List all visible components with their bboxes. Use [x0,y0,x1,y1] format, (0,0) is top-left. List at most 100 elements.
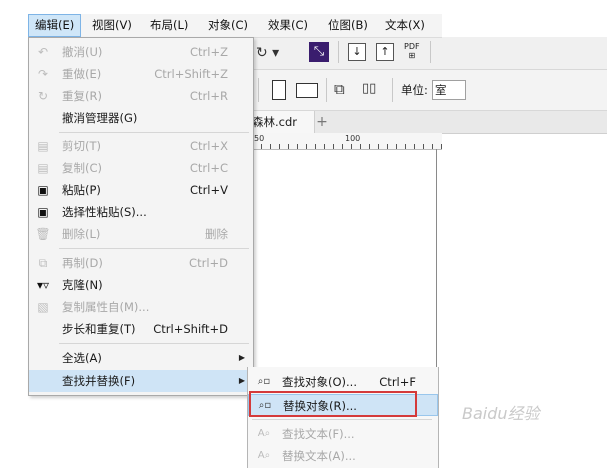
menu-edit[interactable]: 编辑(E) [28,14,82,37]
menu-item-shortcut: Ctrl+D [189,256,228,270]
menu-text[interactable]: 文本(X) [379,14,431,37]
menu-item-cut[interactable]: ▤ 剪切(T) Ctrl+X [29,135,253,157]
submenu-item-find-objects[interactable]: ⌕▫ 查找对象(O)... Ctrl+F [248,371,438,393]
export-icon[interactable]: ↑ [376,43,394,61]
menu-item-label: 删除(L) [62,227,101,241]
ruler-ticks [252,144,442,149]
toolbar-divider [392,78,393,102]
menu-item-shortcut: Ctrl+R [189,89,228,103]
pdf-icon[interactable]: PDF ⊞ [404,42,420,60]
menu-item-paste-special[interactable]: ▣ 选择性粘贴(S)... [29,201,253,223]
menu-layout[interactable]: 布局(L) [144,14,194,37]
menu-item-label: 选择性粘贴(S)... [62,205,147,219]
duplicate-icon: ⧉ [38,256,48,270]
submenu-arrow-icon: ▶ [238,353,245,362]
menu-item-shortcut: Ctrl+X [190,139,228,153]
watermark-logo: Baidu经验 [462,404,540,423]
menu-item-select-all[interactable]: 全选(A) ▶ [29,347,253,369]
menu-item-step-repeat[interactable]: 步长和重复(T) Ctrl+Shift+D [29,318,253,340]
menu-item-paste[interactable]: ▣ 粘贴(P) Ctrl+V [29,179,253,201]
menu-item-label: 剪切(T) [62,139,101,153]
document-tab-bar: 森林.cdr + [252,111,607,134]
menu-item-undo[interactable]: ↶ 撤消(U) Ctrl+Z [29,41,253,63]
menu-effects[interactable]: 效果(C) [262,14,314,37]
paste-icon: ▣ [37,183,49,197]
ruler-tick-label: 100 [345,134,361,143]
unit-label: 单位: [401,83,428,97]
clone-icon: ▾▿ [36,278,50,292]
annotation-highlight-box [249,391,417,417]
menu-item-label: 全选(A) [62,351,102,365]
all-pages-icon[interactable]: ⧉ [334,79,345,99]
menu-item-shortcut: 删除 [205,227,228,241]
menu-item-shortcut: Ctrl+V [190,183,228,197]
menu-item-find-replace[interactable]: 查找并替换(F) ▶ [29,370,253,392]
menu-item-copy-properties[interactable]: ▧ 复制属性自(M)... [29,296,253,318]
menu-view[interactable]: 视图(V) [86,14,138,37]
menu-item-undo-manager[interactable]: 撤消管理器(G) [29,107,253,129]
property-bar: ⧉ ▯▯ 单位: 室 [252,70,607,111]
horizontal-ruler: 50 100 [252,133,442,150]
import-icon[interactable]: ↓ [348,43,366,61]
find-replace-submenu: ⌕▫ 查找对象(O)... Ctrl+F ⌕▫ 替换对象(R)... A⌕ 查找… [247,367,439,468]
find-text-icon: A⌕ [257,428,271,439]
submenu-arrow-icon: ▶ [238,376,245,385]
replace-text-icon: A⌕ [257,450,271,461]
submenu-separator [252,419,432,420]
pdf-label: PDF [404,42,420,51]
landscape-icon[interactable] [296,83,318,98]
undo-icon: ↶ [37,45,49,59]
menu-item-label: 再制(D) [62,256,103,270]
menu-item-shortcut: Ctrl+C [189,161,228,175]
toolbar-divider [326,78,327,102]
menu-item-label: 复制(C) [62,161,103,175]
menu-item-clone[interactable]: ▾▿ 克隆(N) [29,274,253,296]
submenu-item-find-text[interactable]: A⌕ 查找文本(F)... [248,423,438,445]
menu-item-label: 查找并替换(F) [62,374,136,388]
redo-dropdown-icon[interactable]: ↻ ▾ [256,43,279,63]
menu-item-duplicate[interactable]: ⧉ 再制(D) Ctrl+D [29,252,253,274]
menu-bar: 编辑(E) 视图(V) 布局(L) 对象(C) 效果(C) 位图(B) 文本(X… [28,14,442,38]
menu-item-label: 克隆(N) [62,278,103,292]
unit-select[interactable]: 室 [432,80,466,100]
submenu-item-label: 查找文本(F)... [282,427,355,441]
find-objects-icon: ⌕▫ [257,376,271,387]
redo-icon: ↷ [37,67,49,81]
submenu-item-label: 替换文本(A)... [282,449,356,463]
copy-icon: ▤ [37,161,49,175]
menu-object[interactable]: 对象(C) [202,14,254,37]
menu-item-label: 粘贴(P) [62,183,101,197]
menu-separator [59,248,249,249]
menu-item-copy[interactable]: ▤ 复制(C) Ctrl+C [29,157,253,179]
trash-icon: 🗑 [35,227,51,241]
toolbar-divider [258,78,259,102]
copy-properties-icon: ▧ [37,300,49,314]
current-page-icon[interactable]: ▯▯ [362,79,376,99]
menu-item-label: 撤消管理器(G) [62,111,138,125]
menu-item-label: 撤消(U) [62,45,103,59]
submenu-item-shortcut: Ctrl+F [379,375,416,389]
menu-item-label: 重复(R) [62,89,102,103]
menu-item-label: 复制属性自(M)... [62,300,150,314]
ruler-tick-label: 50 [254,134,265,143]
standard-toolbar: ↻ ▾ ⤡ ↓ ↑ PDF ⊞ [252,37,607,70]
menu-item-shortcut: Ctrl+Z [190,45,228,59]
menu-item-delete[interactable]: 🗑 删除(L) 删除 [29,223,253,245]
cut-icon: ▤ [37,139,49,153]
menu-item-label: 步长和重复(T) [62,322,136,336]
portrait-icon[interactable] [272,80,286,100]
launch-icon[interactable]: ⤡ [309,42,329,62]
toolbar-divider [430,41,431,63]
add-tab-icon[interactable]: + [314,114,330,130]
menu-item-label: 重做(E) [62,67,102,81]
menu-item-shortcut: Ctrl+Shift+Z [154,67,228,81]
toolbar-divider [338,41,339,63]
document-tab[interactable]: 森林.cdr [252,111,315,133]
menu-item-repeat[interactable]: ↻ 重复(R) Ctrl+R [29,85,253,107]
submenu-item-label: 查找对象(O)... [282,375,357,389]
menu-bitmap[interactable]: 位图(B) [322,14,374,37]
menu-item-redo[interactable]: ↷ 重做(E) Ctrl+Shift+Z [29,63,253,85]
paste-special-icon: ▣ [37,205,49,219]
repeat-icon: ↻ [37,89,49,103]
submenu-item-replace-text[interactable]: A⌕ 替换文本(A)... [248,445,438,467]
